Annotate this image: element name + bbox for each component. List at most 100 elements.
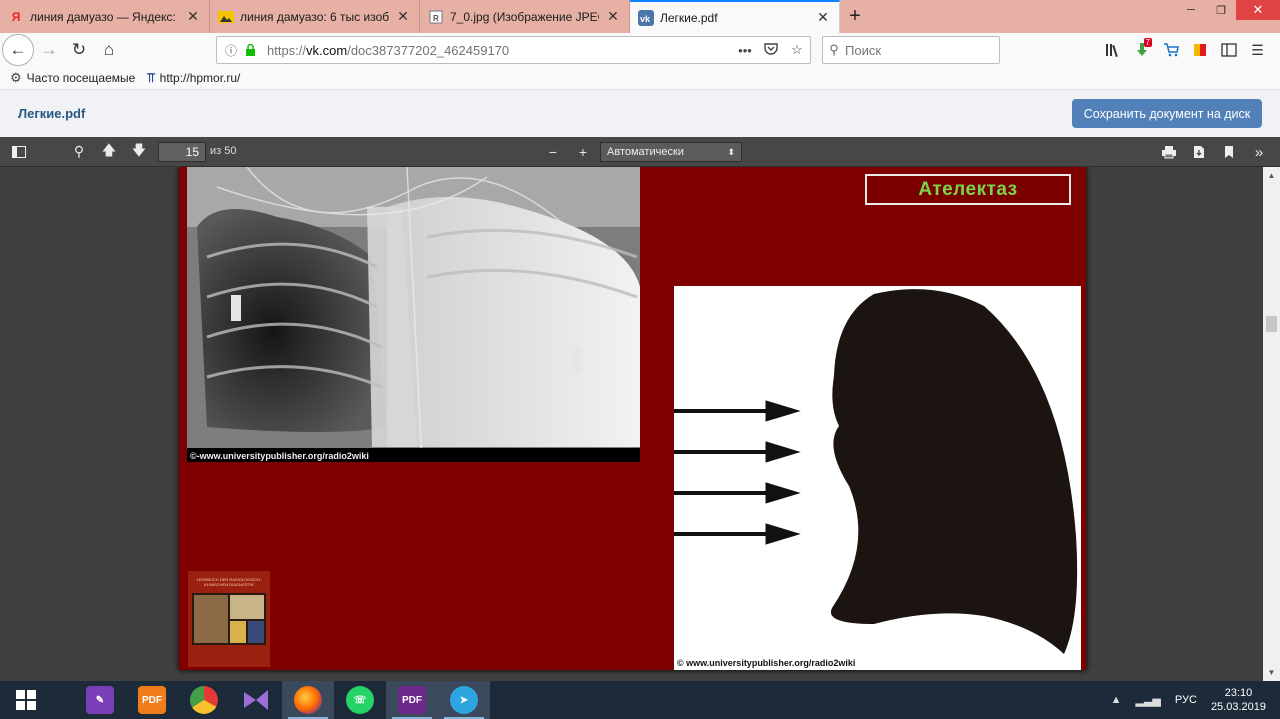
clock-time: 23:10	[1224, 687, 1253, 699]
zoom-in-icon[interactable]: +	[568, 139, 598, 165]
bookmark-star-icon[interactable]: ☆	[784, 42, 810, 58]
zoom-out-icon[interactable]: −	[538, 139, 568, 165]
bookmark-label: http://hpmor.ru/	[159, 71, 241, 85]
window-controls: ─ ❐ ✕	[1176, 0, 1280, 20]
taskbar-app[interactable]	[178, 681, 230, 719]
tab-lungs-pdf[interactable]: vk Легкие.pdf ✕	[630, 0, 840, 33]
signal-icon[interactable]: ▂▃▅	[1136, 694, 1161, 707]
document-title-link[interactable]: Легкие.pdf	[18, 106, 85, 121]
bookmark-icon[interactable]	[1214, 139, 1244, 165]
library-icon[interactable]	[1098, 38, 1127, 62]
windows-taskbar: ✎ PDF ☏ PDF ➤ ▲ ▂▃▅ РУС 23:10 25.03.2019	[0, 681, 1280, 719]
scroll-thumb[interactable]	[1266, 316, 1277, 332]
slide-title-box: Ателектаз	[865, 174, 1071, 205]
close-tab-icon[interactable]: ✕	[815, 9, 831, 26]
start-icon	[16, 690, 36, 710]
svg-text:R: R	[433, 14, 439, 23]
bookmark-most-visited[interactable]: ⚙ Часто посещаемые	[10, 70, 135, 86]
taskbar-app[interactable]: PDF	[126, 681, 178, 719]
extension-flag-icon[interactable]	[1185, 38, 1214, 62]
taskbar-app[interactable]	[230, 681, 282, 719]
visual-studio-icon: ✎	[86, 686, 114, 714]
save-to-disk-button[interactable]: Сохранить документ на диск	[1072, 99, 1262, 128]
pdf-viewer[interactable]: ©-www.universitypublisher.org/radio2wiki…	[0, 167, 1280, 681]
sidebar-toggle-icon[interactable]	[1214, 38, 1243, 62]
download-icon[interactable]	[1184, 139, 1214, 165]
url-text[interactable]: https://vk.com/doc387377202_462459170	[267, 43, 732, 58]
new-tab-button[interactable]: +	[840, 0, 870, 33]
close-tab-icon[interactable]: ✕	[395, 8, 411, 25]
clock[interactable]: 23:10 25.03.2019	[1211, 686, 1266, 714]
site-icon: ⫪	[147, 70, 155, 85]
xray-caption: ©-www.universitypublisher.org/radio2wiki	[190, 451, 369, 461]
tray-expand-icon[interactable]: ▲	[1111, 694, 1122, 706]
system-tray: ▲ ▂▃▅ РУС 23:10 25.03.2019	[1111, 681, 1280, 719]
menu-icon[interactable]: ☰	[1243, 38, 1272, 62]
cart-icon[interactable]	[1156, 38, 1185, 62]
taskbar-app[interactable]: ☏	[334, 681, 386, 719]
pocket-icon[interactable]	[758, 42, 784, 58]
diagram-caption: © www.universitypublisher.org/radio2wiki	[677, 658, 856, 668]
previous-page-icon[interactable]: 🡅	[94, 139, 124, 165]
sidebar-toggle-icon[interactable]	[4, 139, 34, 165]
textbook-cover-image: LEHRBUCH DER RADIOLOGISCH-KLINISCHEN DIA…	[188, 571, 270, 667]
clock-date: 25.03.2019	[1210, 701, 1266, 713]
print-icon[interactable]	[1154, 139, 1184, 165]
language-indicator[interactable]: РУС	[1175, 694, 1197, 706]
close-window-icon[interactable]: ✕	[1236, 0, 1280, 20]
firefox-icon	[294, 686, 322, 714]
page-number-input[interactable]: 15	[158, 142, 206, 162]
navigation-bar: ← → ↻ ⌂ ⓘ https://vk.com/doc387377202_46…	[0, 33, 1280, 67]
restore-icon[interactable]: ❐	[1206, 0, 1236, 20]
vk-icon: vk	[638, 9, 654, 26]
document-header: Легкие.pdf Сохранить документ на диск	[0, 89, 1280, 137]
tab-yandex-search[interactable]: Я линия дамуазо — Яндекс: нашлось ✕	[0, 0, 210, 33]
image-file-icon: R	[428, 9, 444, 25]
close-tab-icon[interactable]: ✕	[605, 8, 621, 25]
pdf-page: ©-www.universitypublisher.org/radio2wiki…	[179, 167, 1086, 670]
taskbar-app[interactable]: ➤	[438, 681, 490, 719]
scroll-up-icon[interactable]: ▲	[1263, 167, 1280, 184]
taskbar-app[interactable]: ✎	[74, 681, 126, 719]
start-button[interactable]	[0, 681, 52, 719]
home-button[interactable]: ⌂	[94, 35, 124, 65]
scroll-down-icon[interactable]: ▼	[1263, 664, 1280, 681]
bookmark-hpmor[interactable]: ⫪ http://hpmor.ru/	[147, 70, 240, 86]
next-page-icon[interactable]: 🡇	[124, 139, 154, 165]
tools-chevron-icon[interactable]: »	[1244, 139, 1274, 165]
bookmarks-bar: ⚙ Часто посещаемые ⫪ http://hpmor.ru/	[0, 67, 1280, 89]
taskbar-app[interactable]: PDF	[386, 681, 438, 719]
taskbar-app-firefox[interactable]	[282, 681, 334, 719]
url-bar[interactable]: ⓘ https://vk.com/doc387377202_462459170 …	[216, 36, 811, 64]
close-tab-icon[interactable]: ✕	[185, 8, 201, 25]
zoom-select[interactable]: Автоматически ⬍	[600, 142, 742, 162]
yandex-images-icon	[218, 9, 234, 25]
back-button[interactable]: ←	[2, 34, 34, 66]
search-icon: ⚲	[829, 42, 839, 57]
tab-bar: Я линия дамуазо — Яндекс: нашлось ✕ лини…	[0, 0, 1280, 33]
select-arrows-icon: ⬍	[727, 147, 735, 157]
tab-yandex-images[interactable]: линия дамуазо: 6 тыс изображений ✕	[210, 0, 420, 33]
whatsapp-icon: ☏	[346, 686, 374, 714]
minimize-icon[interactable]: ─	[1176, 0, 1206, 20]
tab-title: Легкие.pdf	[660, 10, 718, 25]
forward-button[interactable]: →	[34, 35, 64, 65]
find-icon[interactable]: ⚲	[64, 139, 94, 165]
atelectasis-diagram: © www.universitypublisher.org/radio2wiki	[674, 286, 1081, 670]
info-icon[interactable]: ⓘ	[225, 42, 241, 59]
tab-jpeg-image[interactable]: R 7_0.jpg (Изображение JPEG, 1024 ✕	[420, 0, 630, 33]
download-arrow-icon[interactable]: 7	[1127, 38, 1156, 62]
telegram-icon: ➤	[450, 686, 478, 714]
page-actions-icon[interactable]: •••	[732, 43, 758, 58]
vertical-scrollbar[interactable]: ▲ ▼	[1263, 167, 1280, 681]
svg-text:vk: vk	[640, 14, 651, 24]
lock-icon[interactable]	[245, 43, 259, 56]
tab-title: 7_0.jpg (Изображение JPEG, 1024	[450, 9, 599, 24]
yandex-icon: Я	[11, 9, 21, 24]
bookmark-label: Часто посещаемые	[26, 71, 136, 85]
tab-title: линия дамуазо — Яндекс: нашлось	[30, 9, 179, 24]
vs-purple-icon	[242, 686, 270, 714]
search-input[interactable]	[845, 42, 985, 58]
search-bar[interactable]: ⚲	[822, 36, 1000, 64]
reload-button[interactable]: ↻	[64, 35, 94, 65]
